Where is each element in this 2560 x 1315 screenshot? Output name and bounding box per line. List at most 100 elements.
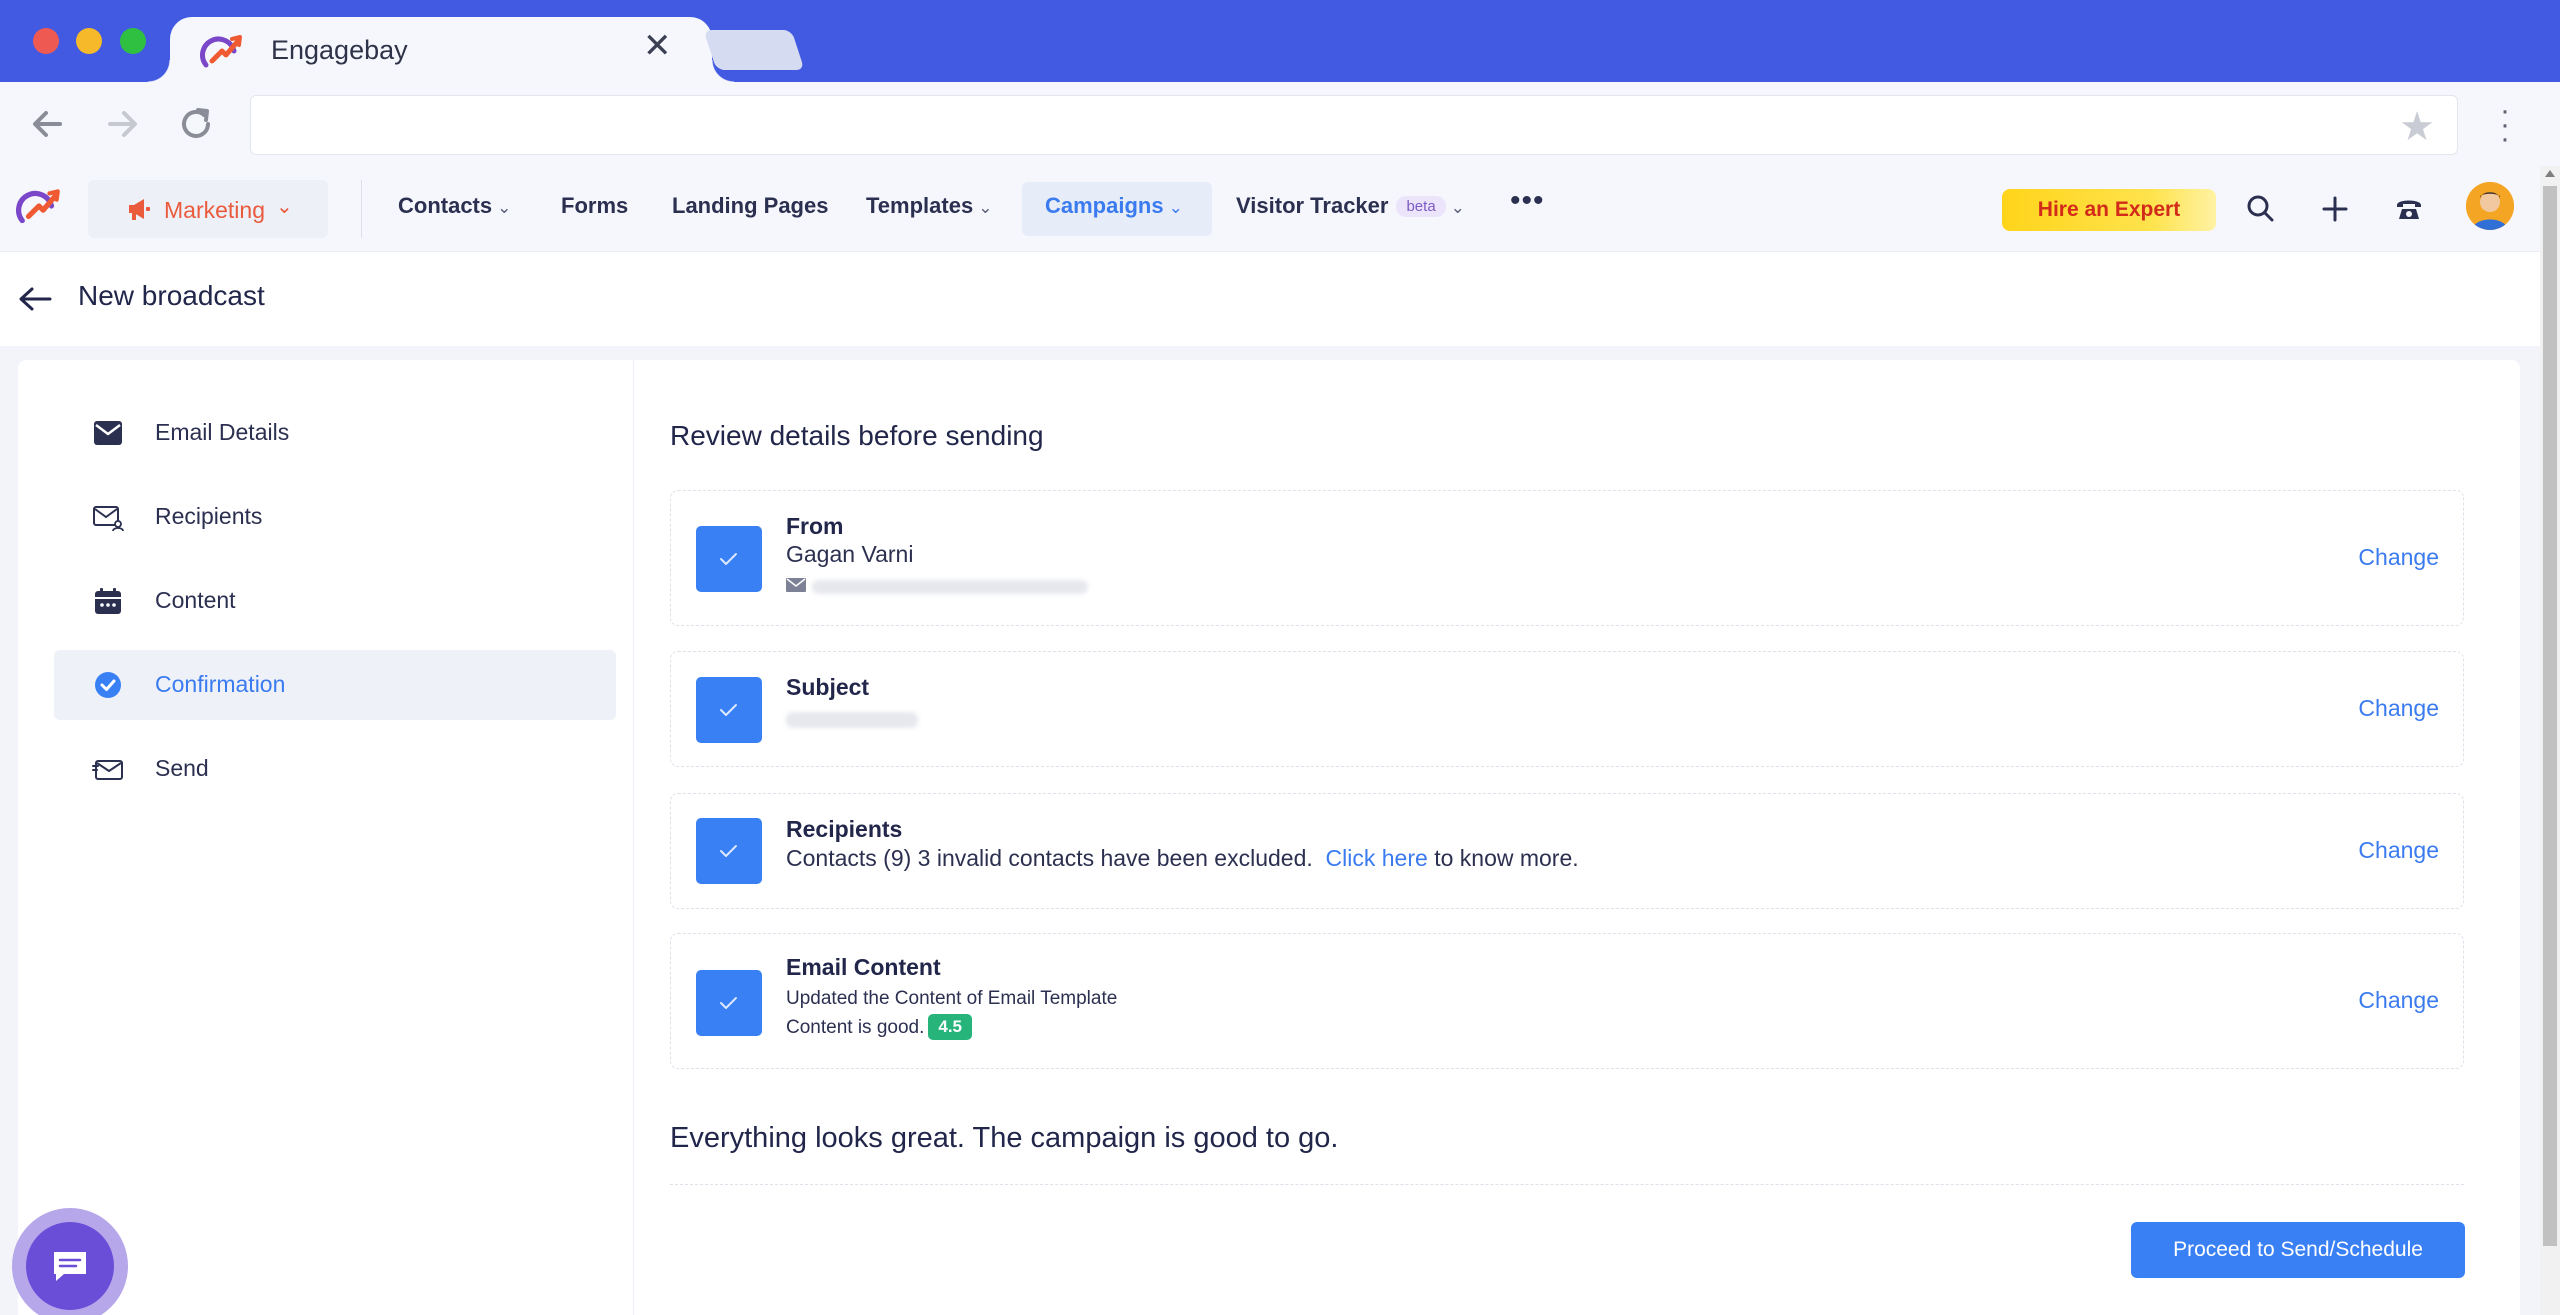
chevron-down-icon: ⌄ (1168, 198, 1183, 217)
from-change-link[interactable]: Change (2358, 544, 2439, 571)
recipients-change-link[interactable]: Change (2358, 837, 2439, 864)
step-label: Email Details (155, 419, 290, 445)
review-card-subject: Subject Change (670, 651, 2464, 767)
envelope-icon (94, 421, 122, 445)
avatar[interactable] (2466, 182, 2514, 230)
click-here-link[interactable]: Click here (1326, 845, 1428, 871)
scrollbar-thumb[interactable] (2543, 186, 2557, 1246)
nav-forms-label: Forms (561, 193, 629, 218)
subject-text-redacted (786, 712, 918, 728)
browser-titlebar: Engagebay ✕ (0, 0, 2560, 82)
module-switcher-marketing[interactable]: Marketing ⌄ (88, 180, 328, 238)
subject-check-icon (696, 677, 762, 743)
nav-contacts-label: Contacts (398, 193, 493, 218)
section-title: Review details before sending (670, 420, 1044, 451)
nav-forms[interactable]: Forms (561, 193, 628, 219)
chevron-down-icon: ⌄ (978, 198, 993, 217)
step-confirmation[interactable]: Confirmation (54, 650, 616, 720)
from-heading: From (786, 513, 844, 539)
review-panel: Review details before sending From Gagan… (634, 360, 2520, 1315)
recipients-summary: Contacts (9) 3 invalid contacts have bee… (786, 845, 1579, 872)
chevron-down-icon: ⌄ (497, 198, 512, 217)
engagebay-logo-icon (200, 35, 242, 68)
footer-divider (670, 1184, 2464, 1185)
new-tab-button[interactable] (703, 30, 805, 70)
step-label: Confirmation (155, 671, 286, 697)
review-card-email-content: Email Content Updated the Content of Ema… (670, 933, 2464, 1069)
check-circle-icon (95, 672, 121, 698)
browser-forward-icon[interactable] (100, 102, 144, 146)
from-check-icon (696, 526, 762, 592)
step-email-details[interactable]: Email Details (54, 398, 616, 468)
content-change-link[interactable]: Change (2358, 987, 2439, 1014)
nav-visitor-tracker[interactable]: Visitor Tracker beta ⌄ (1236, 193, 1465, 219)
content-line2: Content is good. (786, 1017, 925, 1038)
chat-widget-inner (26, 1222, 114, 1310)
nav-templates[interactable]: Templates ⌄ (866, 193, 992, 219)
step-label: Send (155, 755, 209, 781)
step-recipients[interactable]: Recipients (54, 482, 616, 552)
subject-change-link[interactable]: Change (2358, 695, 2439, 722)
browser-tab-engagebay[interactable]: Engagebay ✕ (148, 17, 734, 82)
nav-campaigns[interactable]: Campaigns ⌄ (1045, 193, 1183, 219)
back-arrow-icon[interactable] (18, 277, 52, 321)
step-send[interactable]: Send (54, 734, 616, 804)
recipients-text: Contacts (9) 3 invalid contacts have bee… (786, 845, 1313, 871)
address-bar[interactable]: ★ (250, 95, 2458, 155)
window-maximize-button[interactable] (120, 28, 146, 54)
browser-toolbar: ★ · · · (0, 82, 2560, 166)
tab-close-icon[interactable]: ✕ (643, 29, 672, 63)
module-label: Marketing (164, 197, 265, 223)
chat-widget-button[interactable] (12, 1208, 128, 1315)
page-title: New broadcast (78, 280, 265, 311)
engagebay-logo-icon[interactable] (16, 184, 64, 230)
content-check-icon (696, 970, 762, 1036)
more-menu-icon[interactable]: ••• (1510, 184, 1545, 218)
plus-icon[interactable] (2316, 190, 2354, 228)
app-header: Marketing ⌄ Contacts ⌄ Forms Landing Page… (0, 166, 2540, 252)
chat-icon (54, 1252, 86, 1281)
browser-reload-icon[interactable] (174, 102, 218, 146)
hire-an-expert-button[interactable]: Hire an Expert (2002, 189, 2216, 231)
content-quality: Content is good. 4.5 (786, 1014, 973, 1040)
browser-menu-icon[interactable]: · · · (2490, 96, 2520, 154)
page-title-bar: New broadcast (0, 252, 2540, 346)
phone-icon[interactable] (2390, 190, 2428, 228)
content-line1: Updated the Content of Email Template (786, 988, 1118, 1009)
from-email-redacted (812, 580, 1088, 594)
recipients-heading: Recipients (786, 816, 903, 842)
tab-title: Engagebay (271, 35, 408, 65)
nav-visitor-tracker-label: Visitor Tracker (1236, 193, 1389, 218)
scroll-up-arrow-icon[interactable] (2545, 170, 2555, 177)
calendar-icon (95, 588, 121, 614)
window-close-button[interactable] (33, 28, 59, 54)
nav-landing-pages-label: Landing Pages (672, 193, 829, 218)
browser-back-icon[interactable] (26, 102, 70, 146)
bookmark-star-icon[interactable]: ★ (2399, 104, 2435, 150)
from-name: Gagan Varni (786, 541, 914, 567)
mail-small-icon (786, 578, 806, 592)
step-label: Recipients (155, 503, 263, 529)
wizard-steps-sidebar: Email Details Recipients Content Confirm… (18, 360, 634, 1315)
nav-landing-pages[interactable]: Landing Pages (672, 193, 828, 219)
beta-badge: beta (1396, 196, 1446, 217)
page-scrollbar[interactable] (2540, 166, 2560, 1315)
proceed-to-send-button[interactable]: Proceed to Send/Schedule (2131, 1222, 2465, 1278)
search-icon[interactable] (2242, 190, 2280, 228)
chevron-down-icon: ⌄ (1450, 198, 1465, 217)
nav-contacts[interactable]: Contacts ⌄ (398, 193, 511, 219)
subject-heading: Subject (786, 674, 870, 700)
recipients-suffix: to know more. (1434, 845, 1579, 871)
review-card-recipients: Recipients Contacts (9) 3 invalid contac… (670, 793, 2464, 909)
review-card-from: From Gagan Varni Change (670, 490, 2464, 626)
recipients-icon (93, 506, 124, 532)
megaphone-icon (129, 199, 150, 220)
header-divider (361, 180, 362, 238)
nav-campaigns-label: Campaigns (1045, 193, 1164, 218)
window-minimize-button[interactable] (76, 28, 102, 54)
send-icon (92, 760, 123, 780)
chevron-down-icon: ⌄ (276, 196, 293, 218)
content-heading: Email Content (786, 954, 941, 980)
step-label: Content (155, 587, 236, 613)
step-content[interactable]: Content (54, 566, 616, 636)
